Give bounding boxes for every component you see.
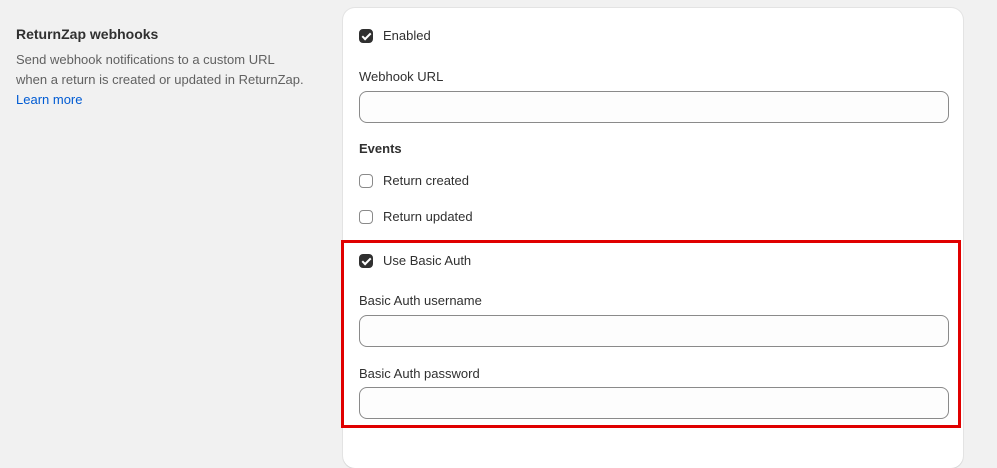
return-created-checkbox[interactable] <box>359 173 373 188</box>
section-description-panel: ReturnZap webhooks Send webhook notifica… <box>16 24 306 110</box>
event-return-created-row[interactable]: Return created <box>359 173 469 188</box>
basic-auth-password-label: Basic Auth password <box>359 366 480 381</box>
basic-auth-password-input[interactable] <box>359 387 949 419</box>
basic-auth-username-label: Basic Auth username <box>359 293 482 308</box>
section-description-text: Send webhook notifications to a custom U… <box>16 52 304 87</box>
learn-more-link[interactable]: Learn more <box>16 92 82 107</box>
section-description: Send webhook notifications to a custom U… <box>16 50 306 110</box>
basic-auth-username-input[interactable] <box>359 315 949 347</box>
return-created-label: Return created <box>383 173 469 188</box>
enabled-checkbox[interactable] <box>359 28 373 43</box>
event-return-updated-row[interactable]: Return updated <box>359 209 473 224</box>
use-basic-auth-checkbox[interactable] <box>359 253 373 268</box>
webhook-settings-card: Enabled Webhook URL Events Return create… <box>343 8 963 468</box>
return-updated-label: Return updated <box>383 209 473 224</box>
use-basic-auth-row[interactable]: Use Basic Auth <box>359 253 471 268</box>
webhook-url-input[interactable] <box>359 91 949 123</box>
section-title: ReturnZap webhooks <box>16 26 159 42</box>
enabled-label: Enabled <box>383 28 431 43</box>
use-basic-auth-label: Use Basic Auth <box>383 253 472 268</box>
enabled-checkbox-row[interactable]: Enabled <box>359 28 431 43</box>
webhook-url-label: Webhook URL <box>359 69 444 84</box>
events-label: Events <box>359 141 402 156</box>
return-updated-checkbox[interactable] <box>359 209 373 224</box>
